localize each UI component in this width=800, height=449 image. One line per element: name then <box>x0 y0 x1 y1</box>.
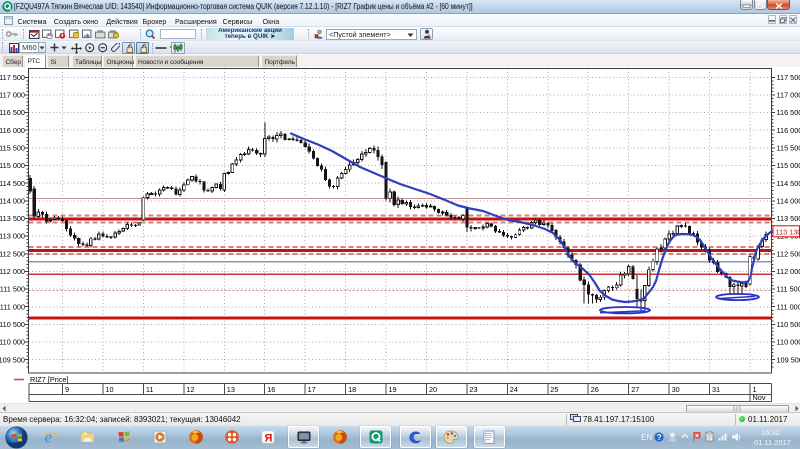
svg-text:116 500: 116 500 <box>0 108 25 117</box>
svg-text:114 000: 114 000 <box>0 196 25 205</box>
svg-text:110 000: 110 000 <box>777 338 800 347</box>
svg-text:Nov: Nov <box>753 393 766 402</box>
svg-text:113 500: 113 500 <box>0 214 25 223</box>
svg-text:18: 18 <box>348 385 356 394</box>
svg-text:13: 13 <box>227 385 235 394</box>
svg-text:115 000: 115 000 <box>777 161 800 170</box>
svg-text:116 500: 116 500 <box>777 108 800 117</box>
svg-text:116 000: 116 000 <box>0 126 25 135</box>
svg-text:27: 27 <box>631 385 639 394</box>
svg-text:114 500: 114 500 <box>0 179 25 188</box>
svg-text:111 000: 111 000 <box>0 302 25 311</box>
svg-text:12: 12 <box>186 385 194 394</box>
svg-text:10: 10 <box>105 385 113 394</box>
svg-text:17: 17 <box>308 385 316 394</box>
svg-text:30: 30 <box>672 385 680 394</box>
svg-text:11: 11 <box>146 385 154 394</box>
svg-text:113 500: 113 500 <box>777 214 800 223</box>
svg-text:117 000: 117 000 <box>777 91 800 100</box>
svg-text:23: 23 <box>469 385 477 394</box>
svg-text:16: 16 <box>267 385 275 394</box>
svg-text:114 500: 114 500 <box>777 179 800 188</box>
svg-text:117 500: 117 500 <box>777 73 800 82</box>
svg-text:19: 19 <box>389 385 397 394</box>
svg-text:111 500: 111 500 <box>0 285 25 294</box>
svg-text:Я: Я <box>264 433 272 445</box>
svg-text:26: 26 <box>591 385 599 394</box>
svg-text:9: 9 <box>65 385 69 394</box>
svg-text:112 500: 112 500 <box>777 249 800 258</box>
svg-text:113 130: 113 130 <box>776 227 800 236</box>
svg-text:112 500: 112 500 <box>0 249 25 258</box>
svg-text:111 500: 111 500 <box>777 285 800 294</box>
svg-text:109 500: 109 500 <box>777 355 800 364</box>
svg-text:113 000: 113 000 <box>0 232 25 241</box>
svg-text:117 000: 117 000 <box>0 91 25 100</box>
svg-text:?: ? <box>657 433 662 442</box>
svg-text:110 000: 110 000 <box>0 338 25 347</box>
svg-text:115 500: 115 500 <box>777 144 800 153</box>
svg-text:25: 25 <box>550 385 558 394</box>
svg-text:e: e <box>45 429 53 445</box>
svg-text:RIZ7 [Price]: RIZ7 [Price] <box>30 375 69 384</box>
svg-text:115 500: 115 500 <box>0 144 25 153</box>
svg-text:20: 20 <box>429 385 437 394</box>
svg-text:110 500: 110 500 <box>0 320 25 329</box>
svg-text:24: 24 <box>510 385 518 394</box>
svg-text:116 000: 116 000 <box>777 126 800 135</box>
svg-text:115 000: 115 000 <box>0 161 25 170</box>
svg-text:109 500: 109 500 <box>0 355 25 364</box>
svg-text:117 500: 117 500 <box>0 73 25 82</box>
svg-text:112 000: 112 000 <box>0 267 25 276</box>
svg-text:110 500: 110 500 <box>777 320 800 329</box>
svg-text:112 000: 112 000 <box>777 267 800 276</box>
svg-text:31: 31 <box>712 385 720 394</box>
svg-text:114 000: 114 000 <box>777 196 800 205</box>
svg-text:111 000: 111 000 <box>777 302 800 311</box>
